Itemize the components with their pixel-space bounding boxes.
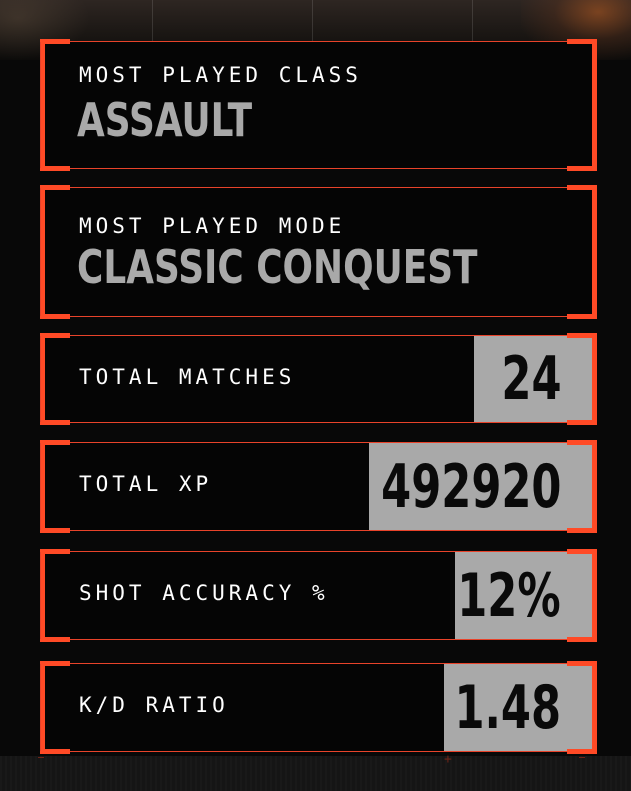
panel-edge [40, 188, 41, 316]
total-matches-value-box: 24 [474, 336, 597, 422]
shot-accuracy-value-box: 12% [455, 552, 597, 639]
shot-accuracy-panel: SHOT ACCURACY % 12% [40, 549, 597, 642]
crosshair-decoration: + [444, 752, 452, 767]
total-xp-value: 492920 [380, 451, 561, 522]
most-played-class-panel: MOST PLAYED CLASS ASSAULT [40, 39, 597, 171]
shot-accuracy-label: SHOT ACCURACY % [79, 581, 329, 605]
total-matches-label: TOTAL MATCHES [79, 365, 296, 389]
kd-ratio-panel: K/D RATIO 1.48 [40, 661, 597, 754]
total-matches-value: 24 [500, 344, 561, 414]
dash-decoration [579, 757, 585, 758]
panel-edge [596, 664, 597, 751]
panel-edge [40, 443, 41, 530]
panel-edge [40, 552, 41, 639]
total-xp-value-box: 492920 [369, 443, 597, 530]
kd-ratio-value: 1.48 [454, 672, 561, 743]
footer-background [0, 756, 631, 791]
most-played-class-value: ASSAULT [77, 93, 253, 147]
panel-edge [596, 443, 597, 530]
panel-edge [40, 42, 41, 168]
most-played-mode-panel: MOST PLAYED MODE CLASSIC CONQUEST [40, 185, 597, 319]
kd-ratio-value-box: 1.48 [444, 664, 597, 751]
most-played-mode-value: CLASSIC CONQUEST [77, 240, 478, 294]
panel-edge [596, 188, 597, 316]
panel-edge [596, 552, 597, 639]
total-xp-panel: TOTAL XP 492920 [40, 440, 597, 533]
dash-decoration [38, 757, 44, 758]
total-xp-label: TOTAL XP [79, 472, 213, 496]
most-played-class-label: MOST PLAYED CLASS [79, 63, 362, 87]
shot-accuracy-value: 12% [457, 560, 561, 631]
panel-edge [40, 336, 41, 422]
panel-edge [596, 336, 597, 422]
total-matches-panel: TOTAL MATCHES 24 [40, 333, 597, 425]
panel-edge [40, 664, 41, 751]
most-played-mode-label: MOST PLAYED MODE [79, 214, 346, 238]
panel-edge [596, 42, 597, 168]
kd-ratio-label: K/D RATIO [79, 693, 229, 717]
